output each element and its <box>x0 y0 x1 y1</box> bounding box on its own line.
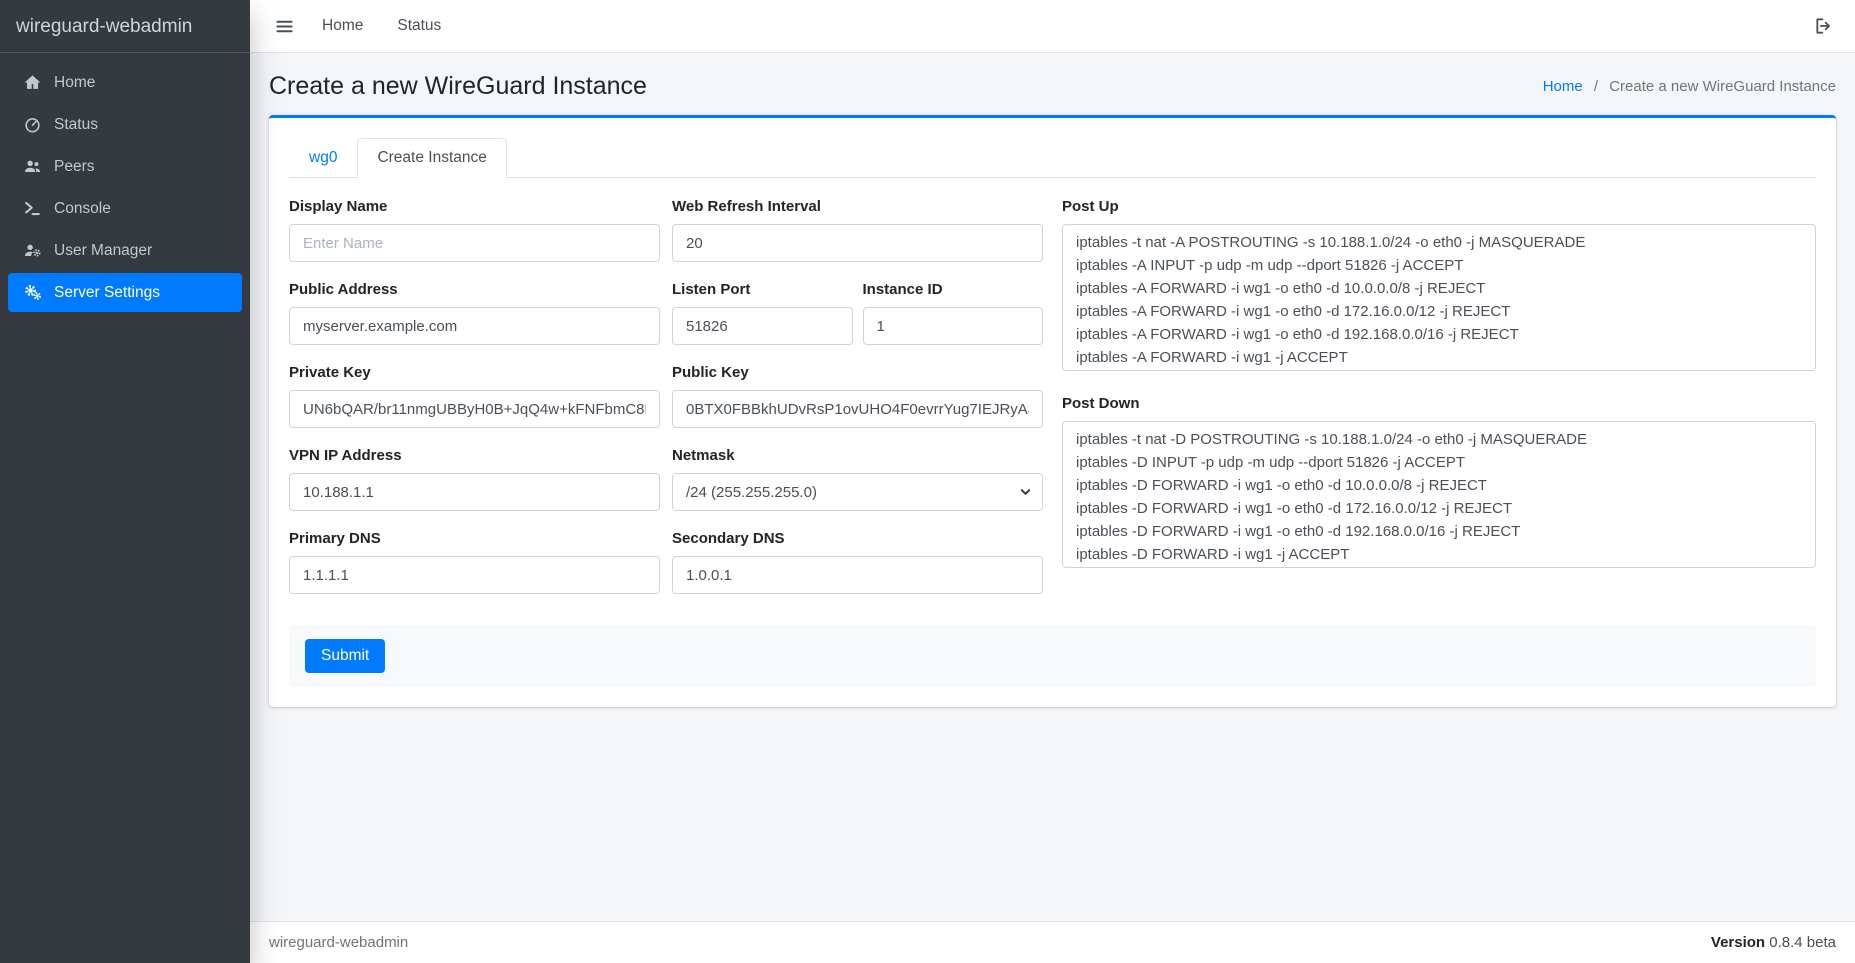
instance-tabs: wg0 Create Instance <box>289 138 1816 178</box>
public-key-label: Public Key <box>672 364 1043 381</box>
gauge-icon <box>20 115 44 134</box>
sidebar-brand[interactable]: wireguard-webadmin <box>0 0 250 53</box>
web-refresh-interval-label: Web Refresh Interval <box>672 198 1043 215</box>
main-column: Home Status Create a new WireGuard Insta… <box>250 0 1855 963</box>
listen-port-group: Listen Port <box>672 281 853 345</box>
instance-id-input[interactable] <box>863 307 1044 345</box>
sign-out-icon <box>1814 16 1834 36</box>
sidebar: wireguard-webadmin Home Status Peers <box>0 0 250 963</box>
port-instance-group: Listen Port Instance ID <box>672 281 1043 345</box>
sidebar-item-label: Server Settings <box>54 284 160 302</box>
navbar-link-status[interactable]: Status <box>385 7 453 45</box>
sidebar-nav: Home Status Peers Console <box>0 53 250 325</box>
sidebar-item-label: Console <box>54 200 111 218</box>
hamburger-icon <box>275 17 294 36</box>
post-down-group: Post Down iptables -t nat -D POSTROUTING… <box>1062 395 1816 573</box>
sidebar-item-label: Peers <box>54 158 95 176</box>
netmask-group: Netmask /24 (255.255.255.0) <box>672 447 1043 511</box>
form-left-section: Display Name Web Refresh Interval Public… <box>289 198 1043 613</box>
public-address-input[interactable] <box>289 307 660 345</box>
secondary-dns-label: Secondary DNS <box>672 530 1043 547</box>
public-key-input[interactable] <box>672 390 1043 428</box>
home-icon <box>20 73 44 92</box>
secondary-dns-group: Secondary DNS <box>672 530 1043 594</box>
content-header: Create a new WireGuard Instance Home / C… <box>250 53 1855 115</box>
breadcrumb: Home / Create a new WireGuard Instance <box>1543 78 1836 95</box>
listen-port-label: Listen Port <box>672 281 853 298</box>
users-gear-icon <box>20 241 44 260</box>
post-down-textarea[interactable]: iptables -t nat -D POSTROUTING -s 10.188… <box>1062 421 1816 568</box>
private-key-group: Private Key <box>289 364 660 428</box>
display-name-input[interactable] <box>289 224 660 262</box>
public-address-label: Public Address <box>289 281 660 298</box>
submit-button[interactable]: Submit <box>305 639 385 673</box>
footer-version: Version 0.8.4 beta <box>1711 934 1836 951</box>
secondary-dns-input[interactable] <box>672 556 1043 594</box>
tab-wg0[interactable]: wg0 <box>289 138 357 178</box>
post-up-label: Post Up <box>1062 198 1816 215</box>
instance-card: wg0 Create Instance Display Name <box>269 115 1836 707</box>
primary-dns-input[interactable] <box>289 556 660 594</box>
vpn-ip-input[interactable] <box>289 473 660 511</box>
web-refresh-interval-input[interactable] <box>672 224 1043 262</box>
footer-version-label: Version <box>1711 934 1765 951</box>
users-icon <box>20 157 44 176</box>
vpn-ip-label: VPN IP Address <box>289 447 660 464</box>
primary-dns-label: Primary DNS <box>289 530 660 547</box>
breadcrumb-separator: / <box>1594 78 1598 95</box>
sidebar-item-peers[interactable]: Peers <box>8 147 242 186</box>
netmask-select[interactable]: /24 (255.255.255.0) <box>672 473 1043 511</box>
private-key-input[interactable] <box>289 390 660 428</box>
sidebar-toggle-button[interactable] <box>269 11 300 42</box>
post-down-label: Post Down <box>1062 395 1816 412</box>
navbar-link-home[interactable]: Home <box>310 7 375 45</box>
private-key-label: Private Key <box>289 364 660 381</box>
sidebar-item-user-manager[interactable]: User Manager <box>8 231 242 270</box>
public-address-group: Public Address <box>289 281 660 345</box>
sidebar-item-label: Home <box>54 74 95 92</box>
logout-button[interactable] <box>1812 10 1836 42</box>
vpn-ip-group: VPN IP Address <box>289 447 660 511</box>
form-right-section: Post Up iptables -t nat -A POSTROUTING -… <box>1062 198 1816 613</box>
display-name-label: Display Name <box>289 198 660 215</box>
post-up-group: Post Up iptables -t nat -A POSTROUTING -… <box>1062 198 1816 376</box>
page-title: Create a new WireGuard Instance <box>269 72 647 101</box>
tab-create-instance[interactable]: Create Instance <box>357 138 506 178</box>
create-instance-panel: Display Name Web Refresh Interval Public… <box>289 178 1816 687</box>
page-footer: wireguard-webadmin Version 0.8.4 beta <box>250 921 1855 963</box>
breadcrumb-home-link[interactable]: Home <box>1543 78 1583 95</box>
sidebar-item-home[interactable]: Home <box>8 63 242 102</box>
cogs-icon <box>20 283 44 302</box>
display-name-group: Display Name <box>289 198 660 262</box>
instance-id-label: Instance ID <box>863 281 1044 298</box>
listen-port-input[interactable] <box>672 307 853 345</box>
netmask-label: Netmask <box>672 447 1043 464</box>
breadcrumb-current: Create a new WireGuard Instance <box>1609 78 1836 95</box>
content-wrapper: Create a new WireGuard Instance Home / C… <box>250 53 1855 921</box>
post-up-textarea[interactable]: iptables -t nat -A POSTROUTING -s 10.188… <box>1062 224 1816 371</box>
sidebar-item-server-settings[interactable]: Server Settings <box>8 273 242 312</box>
web-refresh-interval-group: Web Refresh Interval <box>672 198 1043 262</box>
sidebar-item-status[interactable]: Status <box>8 105 242 144</box>
primary-dns-group: Primary DNS <box>289 530 660 594</box>
sidebar-item-label: Status <box>54 116 98 134</box>
footer-brand: wireguard-webadmin <box>269 934 408 951</box>
top-navbar: Home Status <box>250 0 1855 53</box>
sidebar-item-label: User Manager <box>54 242 152 260</box>
instance-id-group: Instance ID <box>863 281 1044 345</box>
public-key-group: Public Key <box>672 364 1043 428</box>
footer-version-value: 0.8.4 beta <box>1769 934 1836 951</box>
sidebar-item-console[interactable]: Console <box>8 189 242 228</box>
form-footer: Submit <box>289 625 1816 687</box>
app-window: wireguard-webadmin Home Status Peers <box>0 0 1855 963</box>
terminal-icon <box>20 199 44 218</box>
